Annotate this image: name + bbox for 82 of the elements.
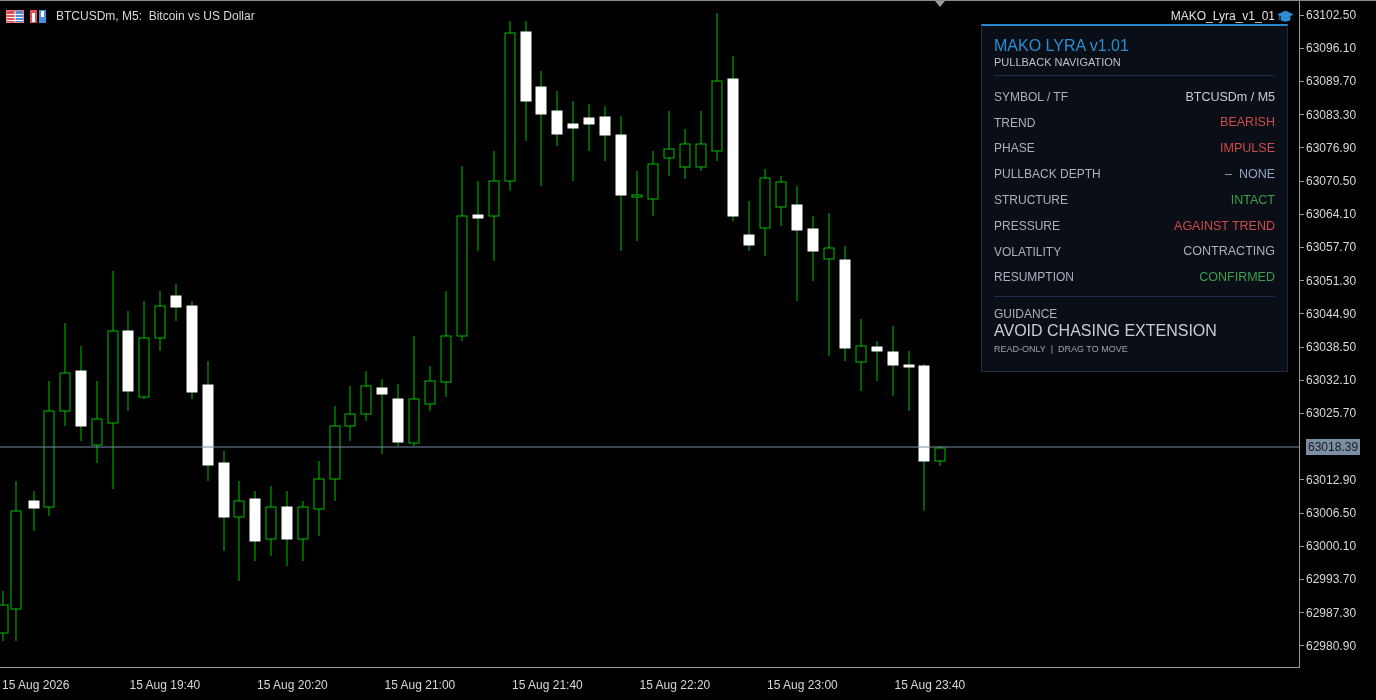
graduation-cap-icon (1278, 9, 1293, 23)
time-label: 15 Aug 2026 (2, 677, 70, 694)
candle (743, 200, 755, 252)
status-label: RESUMPTION (994, 269, 1074, 287)
price-label: 63057.70 (1306, 239, 1357, 257)
shift-marker-icon (935, 1, 945, 7)
candle (903, 350, 915, 412)
chart-title: BTCUSDm, M5: Bitcoin vs US Dollar (56, 8, 255, 25)
candle (631, 170, 643, 242)
time-label: 15 Aug 19:40 (129, 677, 201, 694)
price-label: 62987.30 (1306, 604, 1357, 622)
current-price-label: 63018.39 (1306, 439, 1361, 455)
candle (679, 128, 691, 180)
status-value: BEARISH (1220, 114, 1275, 132)
price-label: 62980.90 (1306, 637, 1357, 655)
status-value: INTACT (1230, 191, 1275, 209)
status-value: – NONE (1225, 165, 1275, 183)
price-label: 62993.70 (1306, 571, 1357, 589)
table-icon (6, 9, 24, 23)
price-label: 63044.90 (1306, 305, 1357, 323)
status-label: PHASE (994, 140, 1035, 158)
candle (807, 215, 819, 282)
candle (695, 110, 707, 172)
candle (647, 150, 659, 217)
status-label: PULLBACK DEPTH (994, 166, 1101, 184)
price-label: 63012.90 (1306, 471, 1357, 489)
price-label: 63051.30 (1306, 272, 1357, 290)
status-label: VOLATILITY (994, 243, 1062, 261)
candle (392, 383, 404, 447)
panel-footer: READ-ONLY | DRAG TO MOVE (994, 342, 1275, 357)
chart-icon (30, 9, 46, 23)
price-label: 63025.70 (1306, 405, 1357, 423)
candle (154, 290, 166, 352)
candle (583, 103, 595, 152)
time-label: 15 Aug 21:40 (512, 677, 583, 694)
candle (28, 490, 40, 532)
candle (170, 283, 182, 322)
status-value: CONTRACTING (1183, 243, 1275, 261)
price-label: 63083.30 (1306, 106, 1357, 124)
candle (249, 490, 261, 562)
time-label: 15 Aug 23:00 (767, 677, 838, 694)
candle (424, 365, 436, 412)
price-label: 63102.50 (1306, 7, 1357, 24)
candle (344, 385, 356, 442)
status-value: AGAINST TREND (1174, 217, 1275, 235)
candle (265, 485, 277, 557)
status-value: CONFIRMED (1199, 269, 1275, 287)
candle (934, 445, 946, 467)
price-label: 63032.10 (1306, 372, 1357, 390)
price-label: 63096.10 (1306, 40, 1357, 58)
time-label: 15 Aug 23:40 (894, 677, 966, 694)
price-label: 63000.10 (1306, 538, 1357, 556)
indicator-name: MAKO_Lyra_v1_01 (1170, 8, 1275, 25)
price-label: 63070.50 (1306, 173, 1357, 190)
time-label: 15 Aug 20:20 (257, 677, 328, 694)
candle (297, 500, 309, 562)
status-value: BTCUSDm / M5 (1185, 88, 1275, 106)
status-label: STRUCTURE (994, 192, 1068, 210)
candle (775, 175, 787, 227)
candle (871, 340, 883, 382)
candle (360, 370, 372, 422)
candle (663, 110, 675, 177)
panel-subtitle: PULLBACK NAVIGATION (994, 55, 1122, 69)
guidance-text: AVOID CHASING EXTENSION (994, 321, 1218, 341)
status-value: IMPULSE (1220, 140, 1275, 158)
price-label: 63076.90 (1306, 139, 1357, 157)
candle (887, 325, 899, 397)
guidance-label: GUIDANCE (994, 307, 1059, 322)
time-label: 15 Aug 21:00 (384, 677, 456, 694)
price-label: 63038.50 (1306, 339, 1357, 356)
time-label: 15 Aug 22:20 (639, 677, 711, 694)
price-label: 63089.70 (1306, 73, 1357, 91)
candle (599, 105, 611, 162)
candle (551, 90, 563, 147)
price-label: 63064.10 (1306, 206, 1357, 224)
status-label: SYMBOL / TF (994, 88, 1068, 106)
price-label: 63006.50 (1306, 505, 1357, 522)
status-label: TREND (994, 114, 1036, 132)
candle (472, 180, 484, 252)
status-label: PRESSURE (994, 217, 1061, 235)
indicator-panel[interactable] (981, 24, 1288, 372)
panel-title: MAKO LYRA v1.01 (994, 37, 1130, 55)
